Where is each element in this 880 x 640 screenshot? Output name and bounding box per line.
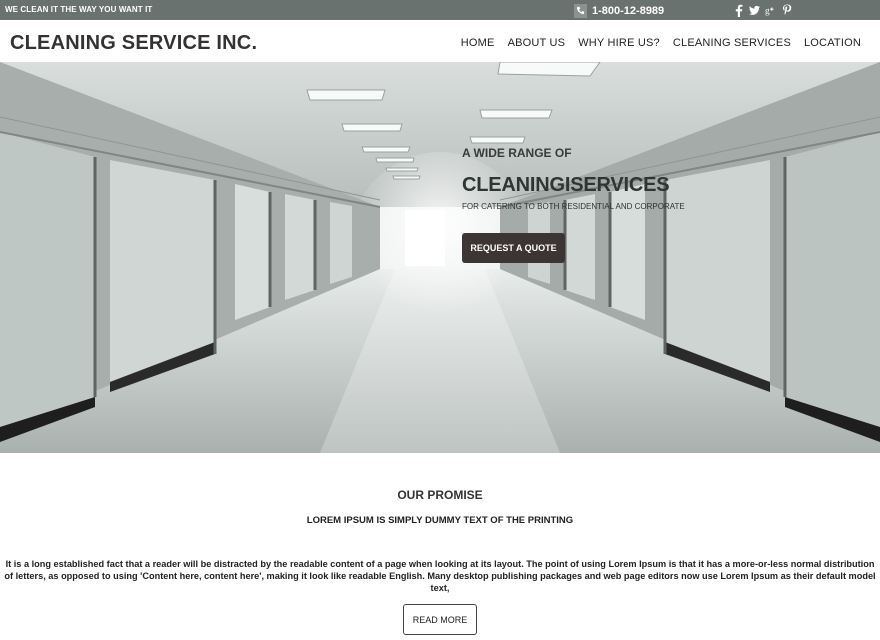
read-more-button[interactable]: READ MORE	[403, 604, 477, 635]
request-quote-button[interactable]: REQUEST A QUOTE	[462, 233, 565, 263]
svg-text:g: g	[765, 6, 770, 16]
top-bar: WE CLEAN IT THE WAY YOU WANT IT 1-800-12…	[0, 0, 880, 20]
nav-cleaning-services[interactable]: CLEANING SERVICES	[673, 37, 791, 49]
hero-text-block: A WIDE RANGE OF CLEANINGISERVICES FOR CA…	[462, 146, 685, 211]
hero-banner: A WIDE RANGE OF CLEANINGISERVICES FOR CA…	[0, 62, 880, 453]
main-nav: HOME ABOUT US WHY HIRE US? CLEANING SERV…	[461, 37, 861, 49]
twitter-icon[interactable]	[749, 3, 760, 17]
google-plus-icon[interactable]: g	[765, 3, 776, 17]
phone-icon	[574, 3, 587, 18]
hero-title: CLEANINGISERVICES	[462, 174, 670, 196]
section-subtitle: LOREM IPSUM IS SIMPLY DUMMY TEXT OF THE …	[306, 515, 574, 526]
section-body-text: It is a long established fact that a rea…	[4, 559, 876, 593]
facebook-icon[interactable]	[733, 3, 744, 17]
site-header: CLEANING SERVICE INC. HOME ABOUT US WHY …	[0, 20, 880, 62]
nav-why-hire-us[interactable]: WHY HIRE US?	[578, 37, 660, 49]
site-logo[interactable]: CLEANING SERVICE INC.	[10, 32, 257, 55]
nav-home[interactable]: HOME	[461, 37, 495, 49]
hero-hallway-image	[0, 62, 880, 453]
promise-section: OUR PROMISE LOREM IPSUM IS SIMPLY DUMMY …	[0, 453, 880, 640]
section-title: OUR PROMISE	[397, 488, 483, 502]
hero-subtitle: FOR CATERING TO BOTH RESIDENTIAL AND COR…	[462, 202, 685, 211]
nav-location[interactable]: LOCATION	[804, 37, 861, 49]
phone-contact[interactable]: 1-800-12-8989	[574, 3, 664, 18]
pinterest-icon[interactable]	[781, 3, 792, 17]
hero-pre-title: A WIDE RANGE OF	[462, 146, 572, 160]
nav-about-us[interactable]: ABOUT US	[508, 37, 566, 49]
phone-number: 1-800-12-8989	[592, 4, 665, 17]
social-links: g	[733, 3, 792, 17]
tagline: WE CLEAN IT THE WAY YOU WANT IT	[5, 5, 153, 14]
